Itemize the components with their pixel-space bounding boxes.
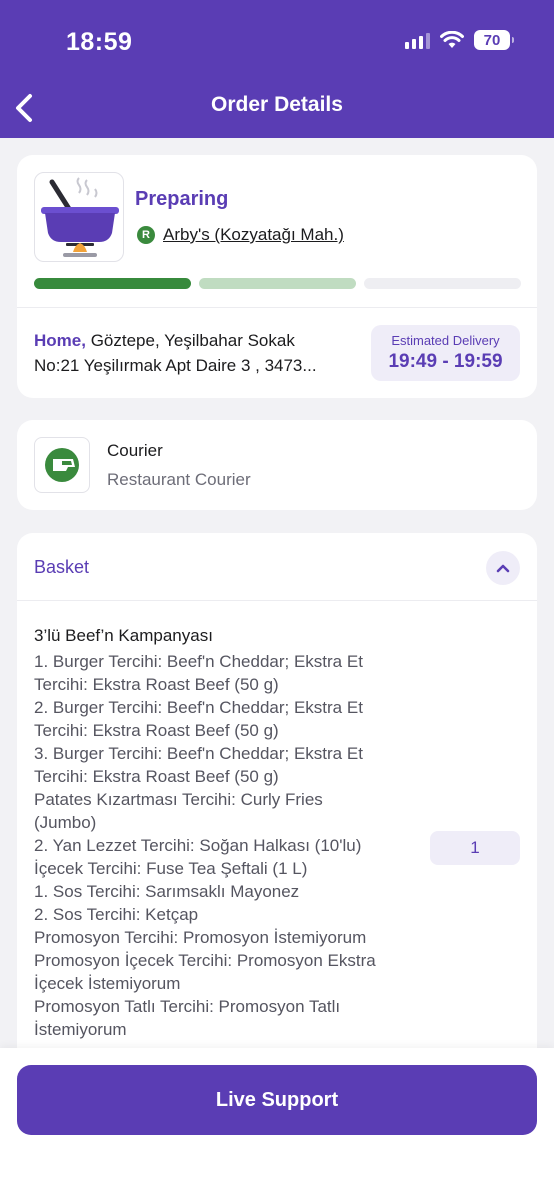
app-header: 18:59 70 Order Details [0, 0, 554, 138]
option-line: Promosyon İçecek Tercihi: Promosyon Ekst… [34, 951, 376, 970]
option-line: Tercihi: Ekstra Roast Beef (50 g) [34, 767, 279, 786]
courier-helmet-icon [34, 437, 90, 493]
wifi-icon [440, 31, 464, 48]
option-line: 2. Burger Tercihi: Beef'n Cheddar; Ekstr… [34, 698, 363, 717]
option-line: Tercihi: Ekstra Roast Beef (50 g) [34, 721, 279, 740]
courier-title: Courier [107, 441, 163, 460]
order-state: Preparing [135, 188, 229, 210]
restaurant-link[interactable]: Arby's (Kozyatağı Mah.) [163, 225, 344, 245]
option-line: 2. Yan Lezzet Tercihi: Soğan Halkası (10… [34, 836, 362, 855]
option-line: Tercihi: Ekstra Roast Beef (50 g) [34, 675, 279, 694]
address-label: Home, [34, 331, 86, 350]
basket-item-name: 3’lü Beef’n Kampanyası [34, 626, 213, 645]
basket-item-options: 1. Burger Tercihi: Beef'n Cheddar; Ekstr… [34, 650, 406, 1041]
eta-value: 19:49 - 19:59 [388, 351, 503, 372]
order-status-card: Preparing R Arby's (Kozyatağı Mah.) Home… [17, 155, 537, 398]
basket-collapse-button[interactable] [486, 551, 520, 585]
estimated-delivery-box: Estimated Delivery 19:49 - 19:59 [371, 325, 520, 381]
divider [17, 600, 537, 601]
restaurant-badge-icon: R [137, 226, 155, 244]
cellular-signal-icon [405, 31, 430, 49]
option-line: İçecek İstemiyorum [34, 974, 181, 993]
progress-step-3 [364, 278, 521, 289]
progress-step-1 [34, 278, 191, 289]
order-progress-bar [34, 278, 521, 289]
option-line: Patates Kızartması Tercihi: Curly Fries [34, 790, 323, 809]
option-line: İçecek Tercihi: Fuse Tea Şeftali (1 L) [34, 859, 308, 878]
status-time: 18:59 [66, 28, 133, 56]
chevron-up-icon [496, 564, 510, 573]
address-line-1: Göztepe, Yeşilbahar Sokak [90, 331, 295, 350]
option-line: (Jumbo) [34, 813, 97, 832]
preparing-pot-icon [34, 172, 124, 262]
live-support-button[interactable]: Live Support [17, 1065, 537, 1135]
option-line: 2. Sos Tercihi: Ketçap [34, 905, 199, 924]
page-title: Order Details [211, 93, 343, 116]
item-quantity: 1 [430, 831, 520, 865]
progress-step-2 [199, 278, 356, 289]
courier-type: Restaurant Courier [107, 470, 251, 489]
bottom-action-bar: Live Support [0, 1048, 554, 1200]
eta-label: Estimated Delivery [391, 333, 500, 348]
battery-level: 70 [483, 31, 501, 49]
delivery-address: Home, Göztepe, Yeşilbahar Sokak No:21 Ye… [34, 328, 354, 378]
option-line: 3. Burger Tercihi: Beef'n Cheddar; Ekstr… [34, 744, 363, 763]
option-line: İstemiyorum [34, 1020, 127, 1039]
divider [17, 307, 537, 308]
option-line: Promosyon Tercihi: Promosyon İstemiyorum [34, 928, 367, 947]
option-line: 1. Sos Tercihi: Sarımsaklı Mayonez [34, 882, 300, 901]
address-line-2: No:21 Yeşilırmak Apt Daire 3 , 3473... [34, 356, 317, 375]
battery-indicator: 70 [474, 30, 514, 50]
basket-title: Basket [34, 557, 90, 577]
option-line: 1. Burger Tercihi: Beef'n Cheddar; Ekstr… [34, 652, 363, 671]
status-icons: 70 [405, 30, 514, 50]
option-line: Promosyon Tatlı Tercihi: Promosyon Tatlı [34, 997, 341, 1016]
restaurant-row: R Arby's (Kozyatağı Mah.) [137, 225, 344, 245]
courier-card: Courier Restaurant Courier [17, 420, 537, 510]
